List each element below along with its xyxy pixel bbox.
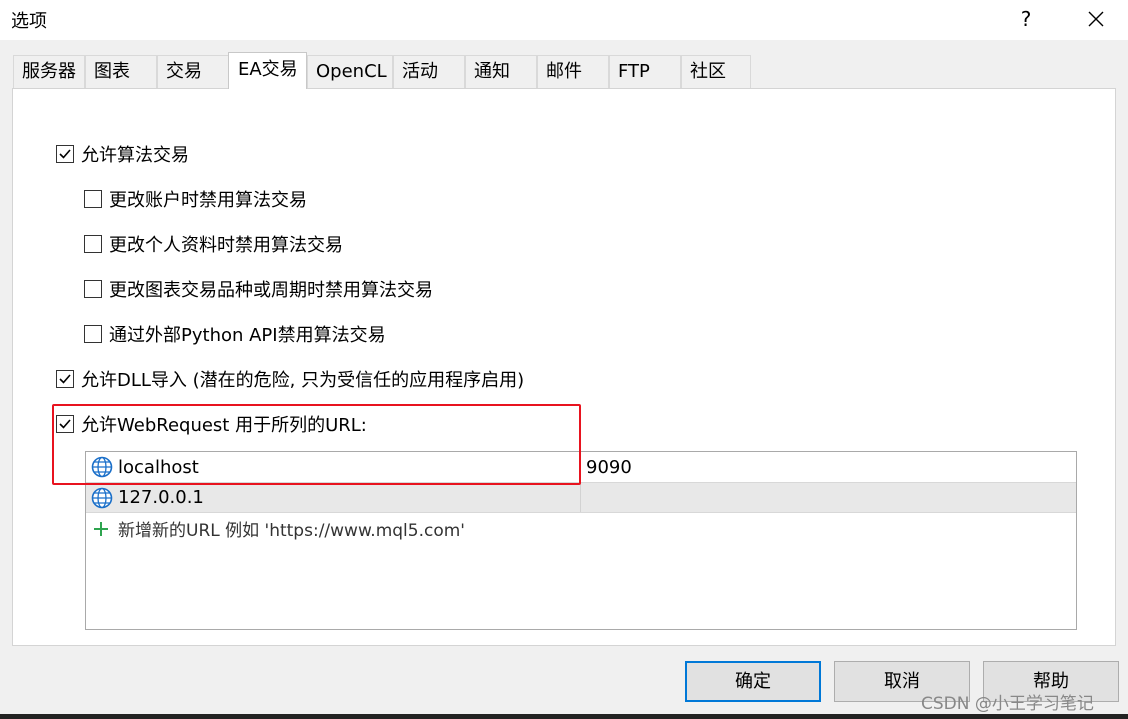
allow-algo-trading-checkbox[interactable]: 允许算法交易 — [56, 141, 189, 167]
ok-button[interactable]: 确定 — [685, 661, 821, 702]
allow-webrequest-checkbox[interactable]: 允许WebRequest 用于所列的URL: — [56, 411, 367, 437]
disable-on-profile-change-label: 更改个人资料时禁用算法交易 — [109, 235, 343, 256]
disable-via-python-checkbox[interactable]: 通过外部Python API禁用算法交易 — [84, 321, 386, 347]
globe-icon — [91, 487, 113, 509]
watermark: CSDN @小王学习笔记 — [921, 694, 1094, 714]
column-divider — [580, 452, 581, 512]
row-divider — [86, 512, 1076, 513]
tab-charts[interactable]: 图表 — [85, 55, 157, 88]
allow-algo-trading-label: 允许算法交易 — [81, 145, 189, 166]
tab-community[interactable]: 社区 — [681, 55, 751, 88]
checkbox-unchecked-icon[interactable] — [84, 280, 102, 298]
close-icon[interactable] — [1078, 4, 1114, 34]
tab-ftp[interactable]: FTP — [609, 55, 681, 88]
tab-expert-advisors[interactable]: EA交易 — [228, 52, 307, 89]
checkbox-unchecked-icon[interactable] — [84, 190, 102, 208]
url-host[interactable]: localhost — [118, 457, 199, 478]
window-title: 选项 — [11, 11, 47, 32]
tab-opencl[interactable]: OpenCL — [307, 55, 393, 88]
plus-icon — [94, 521, 108, 536]
webrequest-url-list[interactable]: localhost 9090 127.0.0.1 新增新的URL 例如 'htt… — [85, 451, 1077, 630]
disable-on-account-change-checkbox[interactable]: 更改账户时禁用算法交易 — [84, 186, 307, 212]
bottom-edge — [0, 714, 1128, 719]
disable-on-chart-change-label: 更改图表交易品种或周期时禁用算法交易 — [109, 280, 433, 301]
add-url-row[interactable]: 新增新的URL 例如 'https://www.mql5.com' — [92, 516, 465, 541]
tab-trade[interactable]: 交易 — [157, 55, 229, 88]
url-row[interactable]: 127.0.0.1 — [86, 483, 1076, 513]
allow-webrequest-label: 允许WebRequest 用于所列的URL: — [81, 415, 367, 436]
checkbox-checked-icon[interactable] — [56, 145, 74, 163]
disable-on-profile-change-checkbox[interactable]: 更改个人资料时禁用算法交易 — [84, 231, 343, 257]
title-bar: 选项 ? — [0, 0, 1128, 40]
help-icon-button[interactable]: ? — [1012, 4, 1040, 34]
tab-email[interactable]: 邮件 — [537, 55, 609, 88]
url-host[interactable]: 127.0.0.1 — [118, 487, 204, 508]
disable-via-python-label: 通过外部Python API禁用算法交易 — [109, 325, 386, 346]
tab-events[interactable]: 活动 — [393, 55, 465, 88]
disable-on-account-change-label: 更改账户时禁用算法交易 — [109, 190, 307, 211]
url-port[interactable]: 9090 — [586, 457, 632, 478]
add-url-label: 新增新的URL 例如 'https://www.mql5.com' — [118, 521, 465, 541]
checkbox-checked-icon[interactable] — [56, 415, 74, 433]
tab-notifications[interactable]: 通知 — [465, 55, 537, 88]
disable-on-chart-change-checkbox[interactable]: 更改图表交易品种或周期时禁用算法交易 — [84, 276, 433, 302]
allow-dll-imports-checkbox[interactable]: 允许DLL导入 (潜在的危险, 只为受信任的应用程序启用) — [56, 366, 524, 392]
url-row[interactable]: localhost 9090 — [86, 452, 1076, 482]
tab-server[interactable]: 服务器 — [13, 55, 85, 88]
globe-icon — [91, 456, 113, 478]
allow-dll-imports-label: 允许DLL导入 (潜在的危险, 只为受信任的应用程序启用) — [81, 370, 525, 391]
checkbox-unchecked-icon[interactable] — [84, 235, 102, 253]
checkbox-unchecked-icon[interactable] — [84, 325, 102, 343]
checkbox-checked-icon[interactable] — [56, 370, 74, 388]
